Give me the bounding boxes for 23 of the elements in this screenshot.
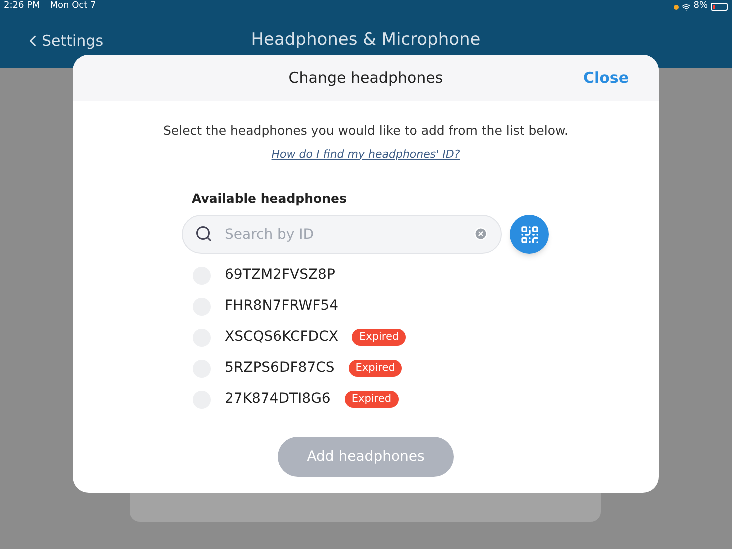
headphone-id: FHR8N7FRWF54 (225, 297, 339, 316)
status-date: Mon Oct 7 (50, 0, 96, 14)
battery-percent: 8% (694, 0, 708, 14)
page-title: Headphones & Microphone (251, 29, 481, 52)
help-link[interactable]: How do I find my headphones' ID? (272, 146, 460, 164)
search-field[interactable]: Search by ID (182, 215, 502, 254)
dialog-title: Change headphones (288, 68, 444, 89)
list-label: Available headphones (192, 190, 348, 208)
headphone-id: 27K874DTI8G6 (225, 390, 331, 409)
headphone-id: XSCQS6KCFDCX (225, 328, 338, 347)
status-time: 2:26 PM (4, 0, 40, 14)
back-button[interactable]: Settings (24, 30, 104, 52)
headphone-id: 5RZPS6DF87CS (225, 359, 335, 378)
expired-badge: Expired (352, 328, 406, 346)
wifi-icon (682, 2, 691, 12)
qr-code-icon (520, 224, 540, 244)
expired-badge: Expired (348, 360, 402, 378)
instruction-text: Select the headphones you would like to add from the list below. (162, 122, 570, 140)
headphone-id: 69TZM2FVSZ8P (225, 266, 336, 285)
qr-scan-button[interactable] (510, 215, 549, 254)
expired-badge: Expired (344, 390, 398, 408)
search-icon (195, 225, 213, 243)
battery-icon (711, 3, 728, 11)
